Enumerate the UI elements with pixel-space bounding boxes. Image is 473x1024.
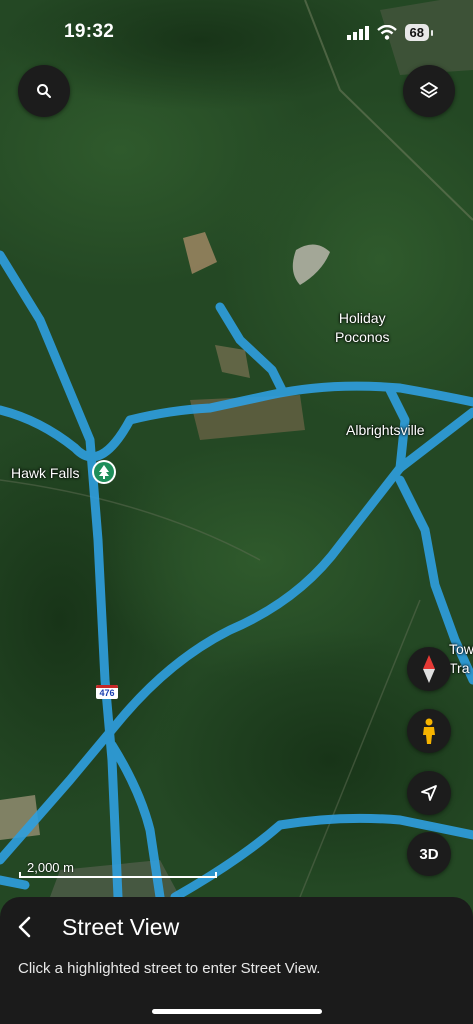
back-chevron-icon[interactable] [14, 915, 36, 939]
pegman-icon [423, 718, 435, 744]
layers-icon [420, 82, 438, 98]
tree-icon [99, 465, 109, 479]
search-button[interactable] [18, 65, 70, 117]
map-scale: 2,000 m [19, 860, 217, 878]
layers-button[interactable] [403, 65, 455, 117]
map-label-line: Poconos [335, 329, 390, 345]
pegman-button[interactable] [407, 709, 451, 753]
compass-button[interactable] [407, 647, 451, 691]
navigation-arrow-icon [421, 785, 437, 801]
street-view-title: Street View [62, 914, 180, 940]
my-location-button[interactable] [407, 771, 451, 815]
map-label-albrightsville[interactable]: Albrightsville [346, 421, 425, 440]
interstate-number: 476 [99, 688, 115, 698]
map-label-line: Holiday [338, 310, 386, 326]
street-view-instructions: Click a highlighted street to enter Stre… [18, 960, 321, 977]
compass-icon [423, 655, 435, 683]
search-icon [37, 84, 51, 98]
map-label-town-partial[interactable]: Tow Tra [449, 640, 473, 678]
status-bar: 19:32 68 [0, 18, 473, 46]
map-label-holiday-poconos[interactable]: Holiday Poconos [335, 309, 389, 347]
scale-bar [19, 872, 217, 878]
status-icons: 68 [346, 24, 434, 41]
status-time: 19:32 [64, 21, 115, 42]
interstate-shield: 476 [96, 685, 118, 699]
park-poi-marker[interactable] [92, 460, 116, 484]
map-label-hawk-falls[interactable]: Hawk Falls [11, 464, 79, 483]
street-view-panel: Street View Click a highlighted street t… [0, 897, 473, 1024]
map-label-line: Tra [449, 660, 470, 676]
map-label-line: Tow [449, 641, 473, 657]
wifi-icon [376, 25, 397, 40]
cellular-signal-icon [346, 25, 369, 40]
3d-toggle-button[interactable]: 3D [407, 832, 451, 876]
battery-indicator: 68 [404, 24, 434, 41]
home-indicator[interactable] [152, 1009, 322, 1014]
